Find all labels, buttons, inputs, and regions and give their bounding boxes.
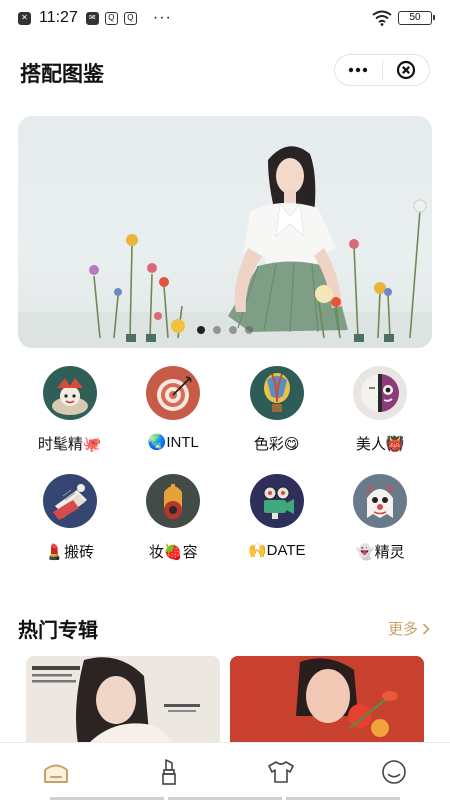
tab-clothes[interactable]	[225, 743, 338, 800]
close-circle-icon	[396, 60, 415, 80]
search-app-icon-2: Q	[123, 11, 137, 25]
close-button[interactable]	[383, 55, 430, 85]
category-grid: 时髦精🐙 🌏INTL 色彩😋 美人👹 💄搬砖 妆🍓容 🙌DATE 👻精灵	[18, 366, 432, 562]
makeup-icon	[146, 474, 201, 528]
more-label: 更多	[387, 621, 418, 638]
category-item-color[interactable]: 色彩😋	[225, 366, 329, 454]
category-item-spirit[interactable]: 👻精灵	[329, 474, 433, 562]
album-card[interactable]	[230, 656, 424, 744]
notification-close-icon: ✕	[18, 11, 31, 25]
category-label: 👻精灵	[355, 544, 405, 561]
face-icon	[353, 366, 408, 420]
banner-carousel[interactable]	[18, 116, 432, 348]
section-title: 热门专辑	[18, 614, 98, 643]
category-label: 🌏INTL	[147, 434, 199, 451]
category-label: 色彩😋	[253, 436, 300, 453]
carousel-dot[interactable]	[245, 326, 253, 334]
search-app-icon: Q	[104, 11, 118, 25]
page-title: 搭配图鉴	[20, 63, 104, 86]
tab-lipstick[interactable]	[113, 743, 226, 800]
tab-home[interactable]	[0, 743, 113, 800]
category-label: 💄搬砖	[45, 544, 95, 561]
category-item-makeup[interactable]: 妆🍓容	[122, 474, 226, 562]
status-time: 11:27	[39, 9, 78, 26]
more-notifications-icon: ···	[152, 9, 172, 26]
fashion-mask-icon	[42, 366, 97, 420]
chevron-right-icon	[422, 622, 430, 635]
camera-icon	[249, 474, 304, 528]
carousel-indicator	[18, 326, 432, 334]
mini-program-capsule	[334, 54, 430, 86]
category-label: 美人👹	[355, 436, 405, 453]
carousel-dot[interactable]	[213, 326, 221, 334]
category-label: 时髦精🐙	[37, 436, 102, 453]
target-icon	[146, 366, 201, 420]
tab-profile[interactable]	[338, 743, 450, 800]
mail-icon: ✉	[85, 11, 99, 25]
album-card[interactable]	[26, 656, 220, 744]
tab-bar	[0, 742, 450, 800]
papers-icon	[42, 474, 97, 528]
album-cover-image	[26, 656, 220, 744]
header: 搭配图鉴	[0, 52, 450, 92]
category-label: 🙌DATE	[247, 542, 306, 559]
wifi-icon	[372, 10, 392, 26]
category-item-date[interactable]: 🙌DATE	[225, 474, 329, 562]
category-label: 妆🍓容	[148, 544, 198, 561]
category-item-beauty[interactable]: 美人👹	[329, 366, 433, 454]
album-cover-image	[230, 656, 424, 744]
battery-indicator: 50	[398, 11, 435, 25]
album-list	[18, 656, 432, 744]
category-item-intl[interactable]: 🌏INTL	[122, 366, 226, 454]
carousel-dot[interactable]	[229, 326, 237, 334]
more-button[interactable]	[335, 55, 382, 85]
tshirt-icon	[268, 760, 295, 783]
more-link[interactable]: 更多	[388, 618, 430, 639]
category-item-work[interactable]: 💄搬砖	[18, 474, 122, 562]
banner-photo	[18, 146, 432, 348]
more-dots-icon	[349, 67, 368, 73]
ghost-icon	[353, 474, 408, 528]
carousel-dot[interactable]	[197, 326, 205, 334]
category-item-fashion[interactable]: 时髦精🐙	[18, 366, 122, 454]
status-bar: ✕ 11:27 ✉ Q Q ··· 50	[0, 0, 450, 36]
lipstick-icon	[161, 758, 176, 785]
balloon-icon	[249, 366, 304, 420]
smile-face-icon	[381, 759, 406, 784]
home-icon	[44, 764, 69, 783]
